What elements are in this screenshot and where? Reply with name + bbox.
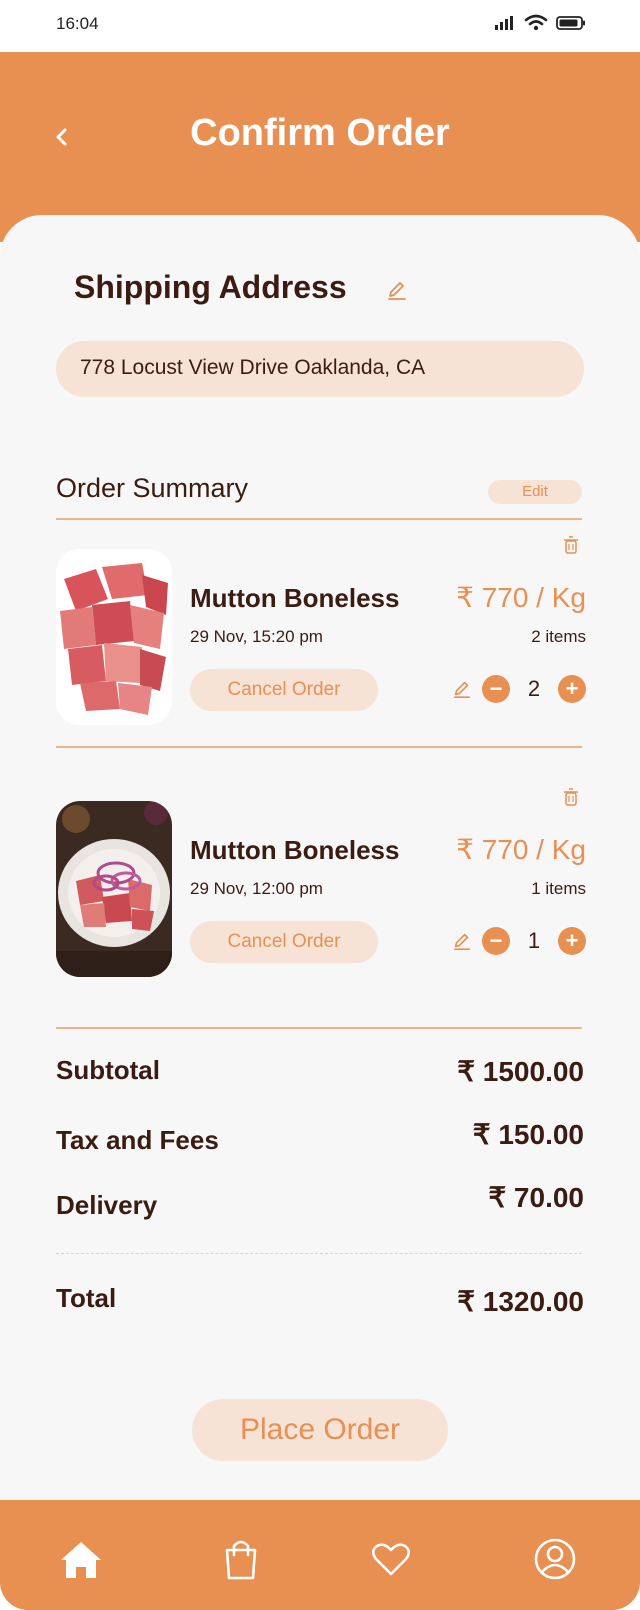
cancel-order-button[interactable]: Cancel Order: [190, 921, 378, 963]
trash-icon[interactable]: [562, 535, 580, 555]
total-value: ₹ 1320.00: [457, 1286, 584, 1317]
status-bar: 16:04: [0, 0, 640, 52]
increase-quantity-button[interactable]: +: [558, 675, 586, 703]
order-item: Mutton Boneless ₹ 770 / Kg 29 Nov, 12:00…: [56, 788, 586, 981]
edit-summary-button[interactable]: Edit: [488, 480, 582, 504]
nav-favorites[interactable]: [368, 1536, 414, 1582]
heart-icon: [371, 1543, 411, 1576]
quantity-stepper: − 1 +: [452, 927, 586, 955]
subtotal-label: Subtotal: [56, 1055, 160, 1085]
profile-icon: [534, 1538, 576, 1580]
wifi-icon: [524, 14, 548, 31]
edit-quantity-icon[interactable]: [452, 679, 472, 699]
edit-quantity-icon[interactable]: [452, 931, 472, 951]
item-count: 2 items: [531, 627, 586, 646]
item-date: 29 Nov, 12:00 pm: [190, 879, 323, 898]
status-time: 16:04: [56, 14, 99, 33]
dashed-divider: [56, 1253, 582, 1254]
battery-icon: [556, 15, 585, 30]
signal-icon: [495, 15, 513, 30]
header: Confirm Order: [0, 52, 640, 242]
order-summary-title: Order Summary: [56, 473, 249, 503]
divider: [56, 746, 582, 748]
increase-quantity-button[interactable]: +: [558, 927, 586, 955]
delivery-value: ₹ 70.00: [488, 1182, 584, 1213]
status-icons: [494, 14, 586, 31]
item-count: 1 items: [531, 879, 586, 898]
nav-profile[interactable]: [532, 1536, 578, 1582]
home-icon: [61, 1542, 101, 1578]
nav-home[interactable]: [58, 1536, 104, 1582]
item-name: Mutton Boneless: [190, 835, 400, 865]
item-name: Mutton Boneless: [190, 583, 400, 613]
item-date: 29 Nov, 15:20 pm: [190, 627, 323, 646]
item-price: ₹ 770 / Kg: [456, 834, 586, 865]
shipping-address-title: Shipping Address: [74, 269, 347, 305]
page-title: Confirm Order: [190, 112, 450, 154]
edit-address-icon[interactable]: [386, 279, 408, 301]
phone-screen: 16:04 Confirm Order Shipping Address 778…: [0, 0, 640, 1610]
delivery-label: Delivery: [56, 1190, 158, 1220]
decrease-quantity-button[interactable]: −: [482, 927, 510, 955]
tax-value: ₹ 150.00: [472, 1119, 584, 1150]
order-content: Shipping Address 778 Locust View Drive O…: [0, 215, 640, 1500]
tax-label: Tax and Fees: [56, 1125, 219, 1155]
decrease-quantity-button[interactable]: −: [482, 675, 510, 703]
order-item: Mutton Boneless ₹ 770 / Kg 29 Nov, 15:20…: [56, 536, 586, 729]
product-image: [56, 549, 172, 725]
shopping-bag-icon: [225, 1540, 257, 1580]
quantity-stepper: − 2 +: [452, 675, 586, 703]
nav-bag[interactable]: [218, 1536, 264, 1582]
product-image: [56, 801, 172, 977]
quantity-value: 2: [527, 676, 541, 701]
total-label: Total: [56, 1283, 117, 1313]
divider: [56, 518, 582, 520]
trash-icon[interactable]: [562, 787, 580, 807]
shipping-address-field[interactable]: 778 Locust View Drive Oaklanda, CA: [56, 341, 584, 397]
item-price: ₹ 770 / Kg: [456, 582, 586, 613]
quantity-value: 1: [527, 928, 541, 953]
place-order-button[interactable]: Place Order: [192, 1399, 448, 1461]
subtotal-value: ₹ 1500.00: [457, 1056, 584, 1087]
bottom-nav: [0, 1500, 640, 1610]
divider: [56, 1027, 582, 1029]
cancel-order-button[interactable]: Cancel Order: [190, 669, 378, 711]
